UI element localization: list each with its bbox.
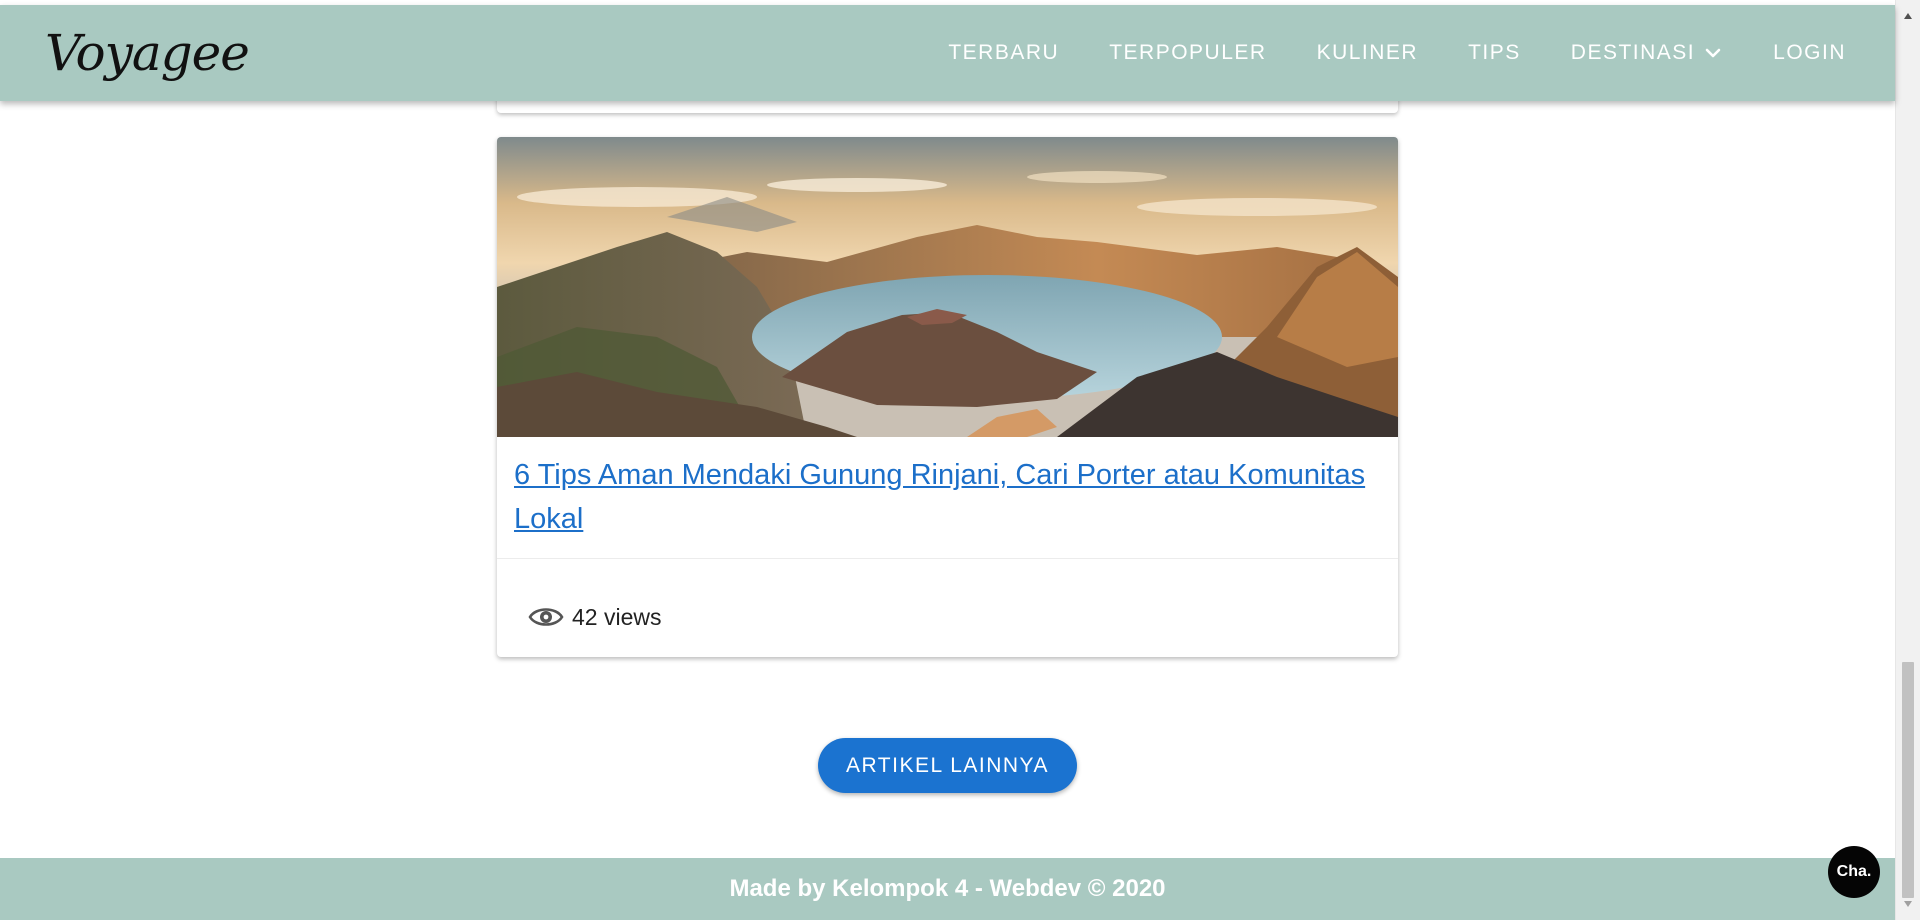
page-scrollbar[interactable] bbox=[1895, 0, 1920, 920]
more-articles-button[interactable]: ARTIKEL LAINNYA bbox=[818, 738, 1077, 793]
nav-item-destinasi[interactable]: DESTINASI bbox=[1546, 41, 1748, 65]
nav-menu: TERBARU TERPOPULER KULINER TIPS DESTINAS… bbox=[923, 5, 1871, 101]
scroll-up-arrow-icon[interactable] bbox=[1896, 6, 1920, 26]
article-image[interactable] bbox=[497, 137, 1398, 437]
nav-item-terpopuler[interactable]: TERPOPULER bbox=[1084, 41, 1291, 65]
nav-item-terbaru[interactable]: TERBARU bbox=[923, 41, 1084, 65]
page: Voyagee TERBARU TERPOPULER KULINER TIPS … bbox=[0, 0, 1920, 920]
scroll-down-arrow-icon[interactable] bbox=[1896, 894, 1920, 914]
footer-text: Made by Kelompok 4 - Webdev © 2020 bbox=[729, 875, 1166, 902]
article-stats: 42 views bbox=[528, 600, 661, 634]
nav-item-label: TERBARU bbox=[948, 41, 1060, 64]
nav-item-kuliner[interactable]: KULINER bbox=[1292, 41, 1444, 65]
chat-widget-button[interactable]: Cha. bbox=[1828, 846, 1880, 898]
article-title-link[interactable]: 6 Tips Aman Mendaki Gunung Rinjani, Cari… bbox=[514, 459, 1365, 535]
nav-item-label: LOGIN bbox=[1773, 41, 1846, 64]
brand-logo[interactable]: Voyagee bbox=[45, 15, 250, 91]
article-title-wrap: 6 Tips Aman Mendaki Gunung Rinjani, Cari… bbox=[514, 453, 1379, 541]
scrollbar-thumb[interactable] bbox=[1902, 662, 1914, 898]
card-divider bbox=[497, 558, 1398, 559]
eye-icon bbox=[528, 608, 564, 626]
nav-item-label: TERPOPULER bbox=[1109, 41, 1267, 64]
views-count: 42 views bbox=[572, 603, 662, 630]
nav-item-tips[interactable]: TIPS bbox=[1443, 41, 1546, 65]
article-card: 6 Tips Aman Mendaki Gunung Rinjani, Cari… bbox=[497, 137, 1398, 657]
nav-item-login[interactable]: LOGIN bbox=[1748, 41, 1871, 65]
chevron-down-icon bbox=[1705, 48, 1721, 58]
top-navbar: Voyagee TERBARU TERPOPULER KULINER TIPS … bbox=[0, 5, 1895, 101]
footer: Made by Kelompok 4 - Webdev © 2020 bbox=[0, 858, 1895, 920]
nav-item-label: TIPS bbox=[1468, 41, 1521, 64]
nav-item-label: DESTINASI bbox=[1570, 41, 1696, 64]
nav-item-label: KULINER bbox=[1316, 41, 1419, 64]
